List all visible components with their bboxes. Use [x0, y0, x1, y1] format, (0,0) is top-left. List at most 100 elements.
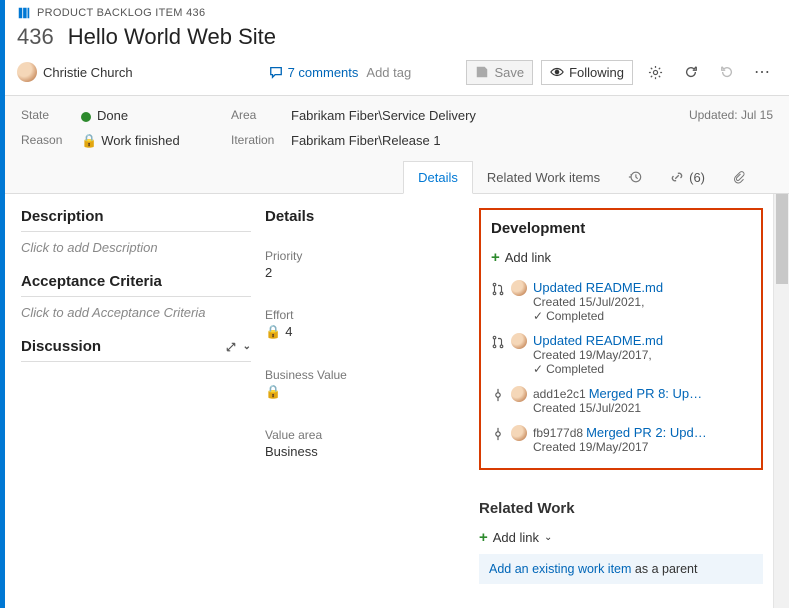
development-heading: Development [491, 220, 751, 243]
dev-item-created: Created 15/Jul/2021, [533, 295, 751, 309]
expand-icon[interactable] [225, 341, 237, 353]
effort-label: Effort [265, 308, 465, 322]
commit-icon [491, 427, 505, 441]
breadcrumb: PRODUCT BACKLOG ITEM 436 [5, 0, 789, 20]
dev-item-link[interactable]: Updated README.md [533, 333, 663, 348]
details-heading: Details [265, 208, 465, 231]
settings-button[interactable] [641, 59, 669, 85]
assignee-picker[interactable]: Christie Church [17, 62, 133, 82]
plus-icon: + [491, 249, 500, 266]
comments-label: 7 comments [288, 65, 359, 80]
check-icon: ✓ [533, 309, 543, 323]
tab-details[interactable]: Details [403, 161, 473, 194]
state-value[interactable]: Done [81, 108, 231, 123]
refresh-icon [684, 65, 698, 79]
commit-hash: add1e2c1 [533, 387, 586, 401]
link-icon [670, 170, 684, 184]
pull-request-icon [491, 335, 505, 349]
add-tag-button[interactable]: Add tag [366, 65, 411, 80]
effort-value[interactable]: 🔒4 [265, 322, 465, 340]
more-actions-button[interactable]: ⋯ [749, 59, 777, 85]
reason-label: Reason [21, 133, 81, 149]
add-tag-label: Add tag [366, 65, 411, 80]
avatar [511, 386, 527, 402]
revert-button[interactable] [713, 59, 741, 85]
add-dev-link-button[interactable]: + Add link [491, 249, 551, 266]
value-area-value[interactable]: Business [265, 442, 465, 459]
avatar [511, 425, 527, 441]
save-label: Save [494, 65, 524, 80]
commit-hash: fb9177d8 [533, 426, 583, 440]
pull-request-icon [491, 282, 505, 296]
chevron-down-icon: ⌄ [544, 532, 552, 543]
save-button: Save [466, 60, 533, 85]
priority-label: Priority [265, 249, 465, 263]
refresh-button[interactable] [677, 59, 705, 85]
breadcrumb-label: PRODUCT BACKLOG ITEM 436 [37, 7, 205, 19]
priority-value[interactable]: 2 [265, 263, 465, 280]
work-item-title[interactable]: Hello World Web Site [68, 24, 276, 50]
assignee-name: Christie Church [43, 65, 133, 80]
business-value-value[interactable]: 🔒 [265, 382, 465, 400]
add-related-link-button[interactable]: + Add link ⌄ [479, 529, 552, 546]
reason-value[interactable]: 🔒Work finished [81, 133, 231, 149]
attachment-icon [733, 170, 745, 184]
dev-item[interactable]: add1e2c1Merged PR 8: Up… Created 15/Jul/… [491, 386, 751, 415]
related-work-heading: Related Work [479, 500, 763, 517]
acceptance-input[interactable]: Click to add Acceptance Criteria [21, 297, 251, 320]
development-section: Development + Add link Updated README.md… [479, 208, 763, 470]
avatar [511, 280, 527, 296]
save-icon [475, 65, 489, 79]
area-label: Area [231, 108, 291, 123]
description-input[interactable]: Click to add Description [21, 232, 251, 255]
lock-icon: 🔒 [265, 384, 281, 399]
dev-item-link[interactable]: Updated README.md [533, 280, 663, 295]
updated-label: Updated: Jul 15 [689, 108, 773, 123]
dev-item-created: Created 19/May/2017, [533, 348, 751, 362]
plus-icon: + [479, 529, 488, 546]
tab-links[interactable]: (6) [656, 161, 719, 193]
ellipsis-icon: ⋯ [754, 62, 772, 82]
iteration-label: Iteration [231, 133, 291, 149]
iteration-value[interactable]: Fabrikam Fiber\Release 1 [291, 133, 611, 149]
history-icon [628, 170, 642, 184]
work-item-id: 436 [17, 24, 54, 50]
dev-item-created: Created 15/Jul/2021 [533, 401, 751, 415]
add-existing-link[interactable]: Add an existing work item [489, 562, 631, 576]
value-area-label: Value area [265, 428, 465, 442]
add-existing-work-item-banner[interactable]: Add an existing work item as a parent [479, 554, 763, 584]
undo-icon [720, 65, 734, 79]
comment-icon [269, 65, 283, 79]
tab-history[interactable] [614, 161, 656, 193]
dev-item-link[interactable]: Merged PR 2: Upd… [586, 425, 707, 440]
comments-button[interactable]: 7 comments [269, 65, 359, 80]
commit-icon [491, 388, 505, 402]
eye-icon [550, 65, 564, 79]
chevron-down-icon[interactable]: ⌄ [243, 341, 251, 352]
tab-related-work-items[interactable]: Related Work items [473, 161, 614, 193]
follow-label: Following [569, 65, 624, 80]
lock-icon: 🔒 [81, 133, 97, 148]
dev-item[interactable]: Updated README.md Created 19/May/2017, ✓… [491, 333, 751, 376]
area-value[interactable]: Fabrikam Fiber\Service Delivery [291, 108, 611, 123]
check-icon: ✓ [533, 362, 543, 376]
dev-item[interactable]: fb9177d8Merged PR 2: Upd… Created 19/May… [491, 425, 751, 454]
dev-item-link[interactable]: Merged PR 8: Up… [589, 386, 702, 401]
state-dot-icon [81, 112, 91, 122]
gear-icon [648, 65, 663, 80]
description-heading: Description [21, 208, 251, 232]
scrollbar[interactable] [773, 194, 789, 608]
follow-button[interactable]: Following [541, 60, 633, 85]
avatar [17, 62, 37, 82]
acceptance-heading: Acceptance Criteria [21, 273, 251, 297]
avatar [511, 333, 527, 349]
scrollbar-thumb[interactable] [776, 194, 788, 284]
backlog-item-icon [17, 6, 31, 20]
dev-item[interactable]: Updated README.md Created 15/Jul/2021, ✓… [491, 280, 751, 323]
lock-icon: 🔒 [265, 324, 281, 339]
tab-attachments[interactable] [719, 161, 759, 193]
dev-item-created: Created 19/May/2017 [533, 440, 751, 454]
state-label: State [21, 108, 81, 123]
business-value-label: Business Value [265, 368, 465, 382]
discussion-heading: Discussion [21, 338, 101, 355]
